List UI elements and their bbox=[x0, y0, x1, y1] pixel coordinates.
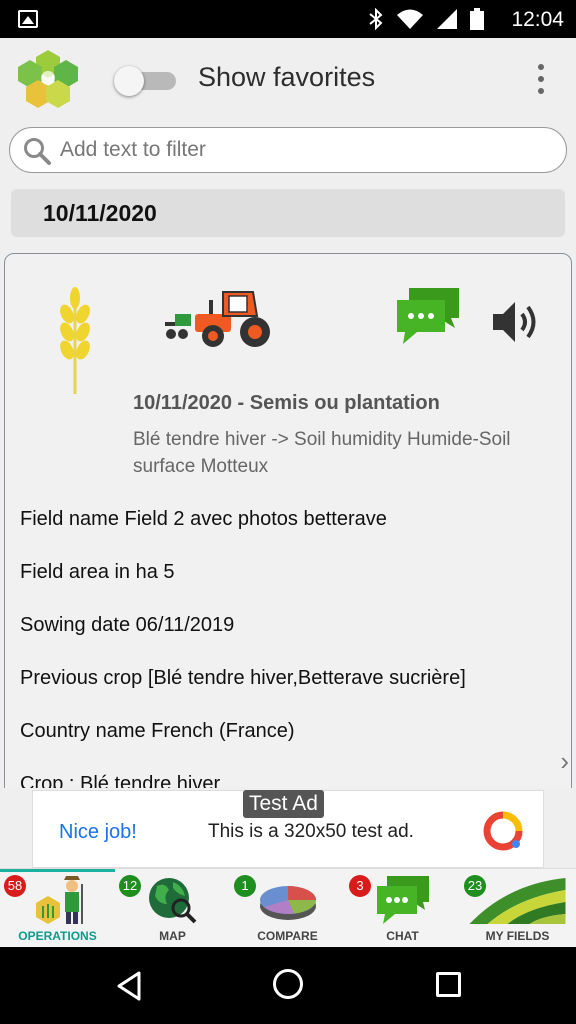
nav-operations[interactable]: 58 OPERATIONS bbox=[0, 869, 115, 948]
wheat-crop-icon bbox=[60, 287, 90, 394]
wifi-icon bbox=[397, 9, 423, 29]
nav-label: MAP bbox=[159, 929, 186, 943]
nav-label: COMPARE bbox=[257, 929, 318, 943]
clock: 12:04 bbox=[511, 8, 564, 31]
chat-icon bbox=[377, 876, 429, 924]
map-badge: 12 bbox=[119, 875, 141, 897]
date-header-label: 10/11/2020 bbox=[43, 200, 157, 226]
system-navigation-bar bbox=[0, 947, 576, 1024]
toggle-thumb bbox=[114, 66, 144, 96]
operation-card[interactable]: 10/11/2020 - Semis ou plantation Blé ten… bbox=[4, 253, 572, 853]
speaker-icon[interactable] bbox=[491, 300, 543, 344]
nav-label: CHAT bbox=[386, 929, 419, 943]
farmer-icon bbox=[36, 876, 83, 924]
previous-crop: Previous crop [Blé tendre hiver,Betterav… bbox=[20, 667, 466, 689]
status-icons bbox=[368, 8, 484, 30]
nav-map[interactable]: 12 MAP bbox=[115, 869, 230, 948]
nav-label: OPERATIONS bbox=[18, 929, 97, 943]
app-logo[interactable] bbox=[16, 48, 80, 112]
favorites-toggle[interactable] bbox=[114, 66, 178, 96]
tractor-seeding-icon bbox=[165, 291, 270, 347]
app-bar: Show favorites bbox=[0, 38, 576, 120]
operations-badge: 58 bbox=[4, 875, 26, 897]
recent-apps-icon[interactable] bbox=[436, 972, 461, 997]
status-bar: 12:04 bbox=[0, 0, 576, 38]
bluetooth-icon bbox=[369, 8, 383, 30]
test-ad-label: Test Ad bbox=[243, 790, 324, 818]
search-bar bbox=[9, 127, 567, 173]
back-icon[interactable] bbox=[116, 971, 142, 1001]
search-input[interactable] bbox=[60, 134, 540, 166]
field-details: Field name Field 2 avec photos betterave… bbox=[20, 508, 466, 826]
ad-text: This is a 320x50 test ad. bbox=[208, 821, 414, 842]
nav-chat[interactable]: 3 CHAT bbox=[345, 869, 460, 948]
my-fields-badge: 23 bbox=[464, 875, 486, 897]
overflow-menu-icon[interactable] bbox=[536, 64, 546, 94]
field-name: Field name Field 2 avec photos betterave bbox=[20, 508, 387, 530]
comment-icon[interactable] bbox=[395, 286, 463, 346]
signal-icon bbox=[437, 9, 457, 29]
sowing-date: Sowing date 06/11/2019 bbox=[20, 614, 235, 636]
date-section-header: 10/11/2020 bbox=[11, 189, 565, 237]
image-notification-icon bbox=[18, 10, 38, 28]
ad-headline: Nice job! bbox=[59, 821, 137, 843]
home-icon[interactable] bbox=[273, 969, 303, 999]
operation-description: Blé tendre hiver -> Soil humidity Humide… bbox=[133, 429, 511, 477]
compare-badge: 1 bbox=[234, 875, 256, 897]
chevron-right-icon[interactable]: › bbox=[560, 746, 569, 777]
nav-label: MY FIELDS bbox=[485, 929, 550, 943]
nav-my-fields[interactable]: 23 MY FIELDS bbox=[460, 869, 575, 948]
field-area: Field area in ha 5 bbox=[20, 561, 175, 583]
page-title: Show favorites bbox=[198, 62, 376, 92]
globe-search-icon bbox=[149, 878, 197, 924]
ad-logo-icon bbox=[483, 811, 523, 851]
search-icon bbox=[24, 138, 51, 165]
pie-chart-icon bbox=[260, 886, 317, 920]
chat-badge: 3 bbox=[349, 875, 371, 897]
country-name: Country name French (France) bbox=[20, 720, 295, 742]
nav-compare[interactable]: 1 COMPARE bbox=[230, 869, 345, 948]
bottom-navigation: 58 OPERATIONS 12 MAP 1 COMPARE 3 CHAT 23… bbox=[0, 868, 576, 947]
battery-icon bbox=[470, 8, 484, 30]
operation-title: 10/11/2020 - Semis ou plantation bbox=[133, 392, 440, 414]
